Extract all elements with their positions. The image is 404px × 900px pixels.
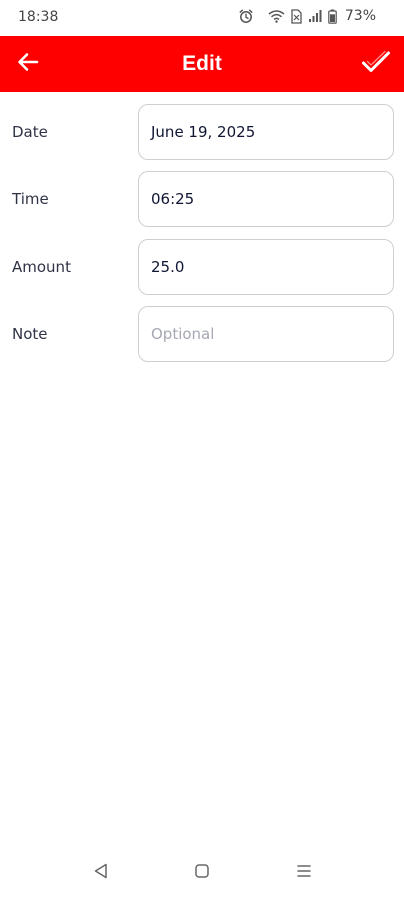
check-icon <box>361 50 391 78</box>
nav-home-button[interactable] <box>189 860 215 886</box>
nav-back-button[interactable] <box>88 860 114 886</box>
nav-home-icon <box>193 862 211 884</box>
amount-row: Amount 25.0 <box>0 239 404 295</box>
back-button[interactable] <box>8 44 48 84</box>
arrow-left-icon <box>17 51 39 77</box>
save-button[interactable] <box>354 44 398 84</box>
page-title: Edit <box>182 52 222 75</box>
system-nav-bar <box>0 846 404 900</box>
time-field[interactable]: 06:25 <box>138 171 394 227</box>
date-label: Date <box>12 123 48 141</box>
time-label: Time <box>12 190 49 208</box>
date-value: June 19, 2025 <box>151 123 256 141</box>
note-label: Note <box>12 325 48 343</box>
amount-value: 25.0 <box>151 258 185 276</box>
no-sim-icon <box>291 8 302 24</box>
nav-recents-button[interactable] <box>291 860 317 886</box>
date-row: Date June 19, 2025 <box>0 104 404 160</box>
signal-icon <box>308 9 322 23</box>
note-input[interactable] <box>151 307 381 361</box>
amount-label: Amount <box>12 258 71 276</box>
time-row: Time 06:25 <box>0 171 404 227</box>
status-time: 18:38 <box>18 9 59 25</box>
time-value: 06:25 <box>151 190 195 208</box>
date-field[interactable]: June 19, 2025 <box>138 104 394 160</box>
battery-icon <box>328 9 337 24</box>
nav-back-icon <box>92 862 110 884</box>
wifi-icon <box>268 9 285 23</box>
note-row: Note <box>0 306 404 362</box>
amount-field[interactable]: 25.0 <box>138 239 394 295</box>
app-bar: Edit <box>0 36 404 92</box>
nav-recents-icon <box>295 862 313 884</box>
edit-screen: 18:38 73% Edit Date June 19, 2025 Time 0… <box>0 0 404 900</box>
status-icons: 73% <box>238 8 376 24</box>
note-field-box <box>138 306 394 362</box>
alarm-icon <box>238 8 254 24</box>
status-bar: 18:38 73% <box>0 0 404 36</box>
battery-percent: 73% <box>344 8 376 24</box>
